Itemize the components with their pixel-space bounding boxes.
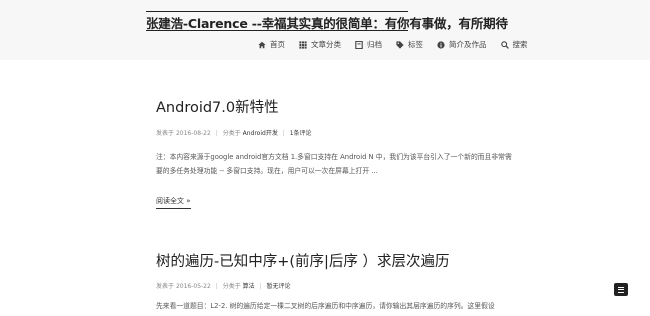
post-title[interactable]: Android7.0新特性 bbox=[156, 96, 512, 117]
post-title[interactable]: 树的遍历-已知中序+(前序|后序 ）求层次遍历 bbox=[156, 250, 512, 271]
meta-separator: | bbox=[259, 283, 262, 290]
meta-separator: | bbox=[282, 130, 285, 137]
post-excerpt: 先来看一道题目：L2-2. 树的遍历给定一棵二叉树的后序遍历和中序遍历，请你输出… bbox=[156, 302, 495, 310]
nav-item-about[interactable]: 简介及作品 bbox=[437, 39, 487, 50]
title-bottom-rule bbox=[146, 30, 408, 31]
post-meta: 发表于 2016-05-22 | 分类于 算法 | 暂无评论 bbox=[156, 281, 512, 290]
post-comments-link[interactable]: 1条评论 bbox=[290, 130, 312, 137]
nav-item-categories[interactable]: 文章分类 bbox=[299, 39, 341, 50]
post-item: 树的遍历-已知中序+(前序|后序 ）求层次遍历 发表于 2016-05-22 |… bbox=[156, 250, 512, 313]
nav-item-label: 文章分类 bbox=[311, 40, 341, 49]
menu-bar-icon bbox=[618, 286, 624, 288]
nav-item-label: 标签 bbox=[408, 40, 423, 49]
category-prefix: 分类于 bbox=[222, 283, 241, 290]
menu-bar-icon bbox=[618, 291, 624, 293]
title-top-rule bbox=[146, 11, 408, 12]
tag-icon bbox=[396, 40, 404, 49]
post-meta: 发表于 2016-08-22 | 分类于 Android开发 | 1条评论 bbox=[156, 128, 512, 137]
post-excerpt: 注：本内容来源于google android官方文档 1.多窗口支持在 Andr… bbox=[156, 153, 512, 175]
nav-item-archive[interactable]: 归档 bbox=[355, 39, 382, 50]
post-category-link[interactable]: 算法 bbox=[243, 283, 255, 290]
date-prefix: 发表于 bbox=[156, 130, 175, 137]
post-date: 2016-08-22 bbox=[175, 130, 211, 137]
archive-icon bbox=[355, 40, 363, 49]
read-more-link[interactable]: 阅读全文 » bbox=[156, 196, 191, 209]
category-prefix: 分类于 bbox=[222, 130, 241, 137]
post-item: Android7.0新特性 发表于 2016-08-22 | 分类于 Andro… bbox=[156, 96, 512, 209]
nav-item-label: 搜索 bbox=[512, 40, 528, 49]
menu-toggle-button[interactable] bbox=[614, 283, 628, 296]
info-icon bbox=[437, 40, 445, 49]
post-date: 2016-05-22 bbox=[175, 283, 211, 290]
menu-bar-icon bbox=[618, 289, 624, 291]
post-comments-link[interactable]: 暂无评论 bbox=[267, 283, 291, 290]
search-icon bbox=[500, 40, 509, 49]
main-nav: 首页 文章分类 归档 标签 简介及作品 搜索 bbox=[258, 39, 528, 50]
nav-item-home[interactable]: 首页 bbox=[258, 39, 285, 50]
date-prefix: 发表于 bbox=[156, 283, 175, 290]
nav-item-search[interactable]: 搜索 bbox=[500, 39, 528, 50]
nav-item-label: 归档 bbox=[367, 40, 382, 49]
meta-separator: | bbox=[215, 130, 218, 137]
post-category-link[interactable]: Android开发 bbox=[243, 130, 278, 137]
grid-icon bbox=[299, 40, 307, 49]
site-header: 张建浩-Clarence --幸福其实真的很简单：有你有事做，有所期待 首页 文… bbox=[0, 0, 650, 60]
nav-item-tags[interactable]: 标签 bbox=[396, 39, 423, 50]
home-icon bbox=[258, 41, 266, 48]
nav-item-label: 首页 bbox=[270, 40, 285, 49]
meta-separator: | bbox=[215, 283, 218, 290]
nav-item-label: 简介及作品 bbox=[449, 40, 487, 49]
